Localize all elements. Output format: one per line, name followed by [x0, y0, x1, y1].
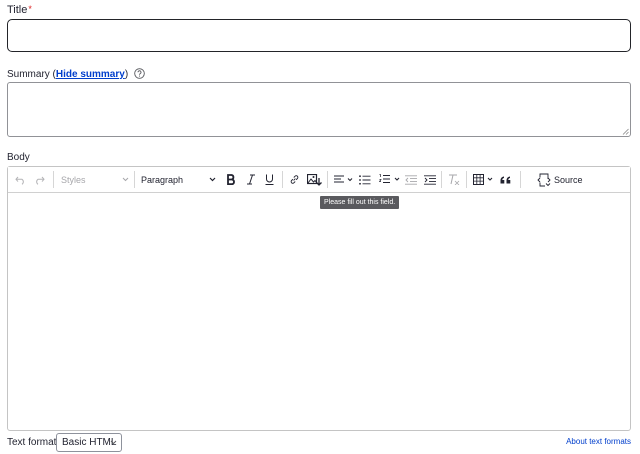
- styles-dropdown[interactable]: Styles: [61, 167, 133, 192]
- required-marker: *: [28, 4, 32, 14]
- text-format-row: Text format Basic HTML About text format…: [7, 433, 635, 453]
- table-icon: [473, 174, 493, 185]
- align-dropdown[interactable]: [334, 167, 354, 192]
- bulleted-list-icon[interactable]: [359, 167, 371, 192]
- title-label: Title*: [7, 4, 32, 16]
- summary-textarea[interactable]: [7, 82, 631, 137]
- bold-button[interactable]: [226, 167, 236, 192]
- title-input[interactable]: [7, 19, 631, 52]
- align-left-icon: [334, 175, 353, 182]
- remove-format-icon[interactable]: [447, 167, 460, 192]
- indent-icon[interactable]: [424, 167, 436, 192]
- insert-image-icon[interactable]: [307, 167, 322, 192]
- undo-icon[interactable]: [15, 167, 26, 192]
- link-icon[interactable]: [289, 167, 300, 192]
- heading-dropdown[interactable]: Paragraph: [141, 167, 218, 192]
- editor-toolbar: Styles Paragraph Source: [8, 167, 630, 193]
- blockquote-icon[interactable]: [500, 167, 511, 192]
- redo-icon[interactable]: [34, 167, 45, 192]
- chevron-down-icon: [110, 440, 117, 445]
- hide-summary-link[interactable]: Hide summary: [56, 69, 125, 80]
- underline-button[interactable]: [265, 167, 274, 192]
- outdent-icon[interactable]: [405, 167, 417, 192]
- body-editor[interactable]: Styles Paragraph Source: [7, 166, 631, 431]
- text-format-label: Text format: [7, 437, 57, 448]
- body-label: Body: [7, 152, 30, 163]
- resize-grip-icon[interactable]: [622, 128, 629, 135]
- chevron-down-icon: [209, 177, 216, 182]
- table-dropdown[interactable]: [473, 167, 495, 192]
- text-format-select[interactable]: Basic HTML: [56, 433, 122, 452]
- source-button[interactable]: Source: [537, 167, 583, 192]
- chevron-down-icon: [122, 177, 129, 182]
- italic-button[interactable]: [247, 167, 255, 192]
- numbered-list-dropdown[interactable]: [379, 167, 401, 192]
- source-icon: [537, 173, 551, 186]
- summary-label: Summary (Hide summary): [7, 68, 145, 80]
- validation-tooltip: Please fill out this field.: [320, 196, 400, 209]
- help-icon[interactable]: [134, 68, 145, 79]
- numbered-list-icon: [379, 174, 400, 183]
- about-text-formats-link[interactable]: About text formats: [566, 437, 631, 446]
